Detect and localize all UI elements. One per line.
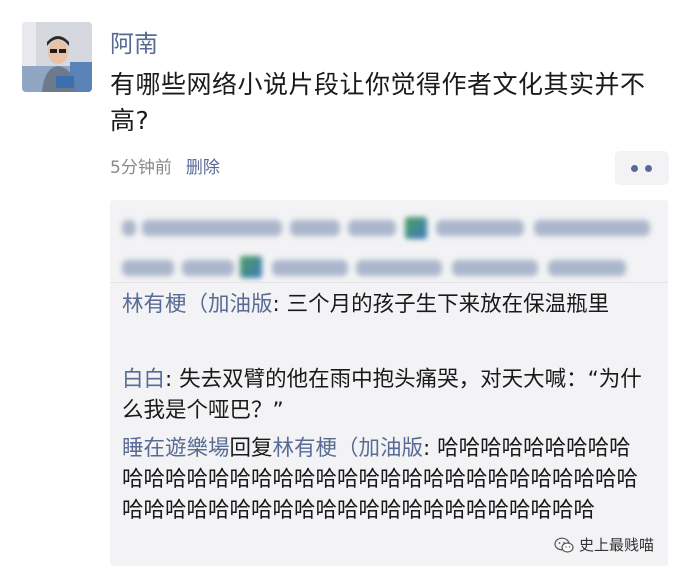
more-dot-icon: [645, 165, 652, 172]
more-dot-icon: [631, 165, 638, 172]
watermark-label: 史上最贱喵: [579, 536, 655, 554]
post-time: 5分钟前: [110, 158, 172, 178]
comment-author[interactable]: 睡在遊樂場: [122, 436, 230, 461]
post-author-name[interactable]: 阿南: [110, 28, 158, 60]
comment-separator: :: [165, 367, 180, 392]
reply-target[interactable]: 林有梗（加油版: [273, 436, 424, 461]
comment-separator: :: [423, 436, 438, 461]
comment-item[interactable]: 白白: 失去双臂的他在雨中抱头痛哭，对天大喊：“为什么我是个哑巴？”: [122, 364, 652, 426]
comment-text: 三个月的孩子生下来放在保温瓶里: [286, 292, 610, 317]
comment-item[interactable]: 林有梗（加油版: 三个月的孩子生下来放在保温瓶里: [122, 289, 652, 320]
reply-word: 回复: [229, 436, 273, 461]
wechat-icon: [554, 537, 574, 553]
comment-author[interactable]: 林有梗（加油版: [122, 292, 273, 317]
watermark: 史上最贱喵: [554, 535, 654, 555]
avatar-photo: [22, 22, 92, 92]
delete-link[interactable]: 删除: [186, 158, 220, 178]
avatar[interactable]: [22, 22, 92, 92]
comment-item[interactable]: 睡在遊樂場回复林有梗（加油版: 哈哈哈哈哈哈哈哈哈哈哈哈哈哈哈哈哈哈哈哈哈哈哈哈…: [122, 433, 642, 526]
more-button[interactable]: [615, 151, 669, 185]
post-content: 有哪些网络小说片段让你觉得作者文化其实并不高?: [110, 70, 646, 135]
blurred-likes-list: [122, 210, 652, 286]
comment-separator: :: [272, 292, 287, 317]
likes-divider: [110, 282, 668, 283]
post-meta: 5分钟前 删除: [110, 156, 220, 180]
comments-section: 林有梗（加油版: 三个月的孩子生下来放在保温瓶里 白白: 失去双臂的他在雨中抱头…: [110, 200, 668, 566]
comment-text: 失去双臂的他在雨中抱头痛哭，对天大喊：“为什么我是个哑巴？”: [122, 367, 642, 423]
comment-author[interactable]: 白白: [122, 367, 165, 392]
